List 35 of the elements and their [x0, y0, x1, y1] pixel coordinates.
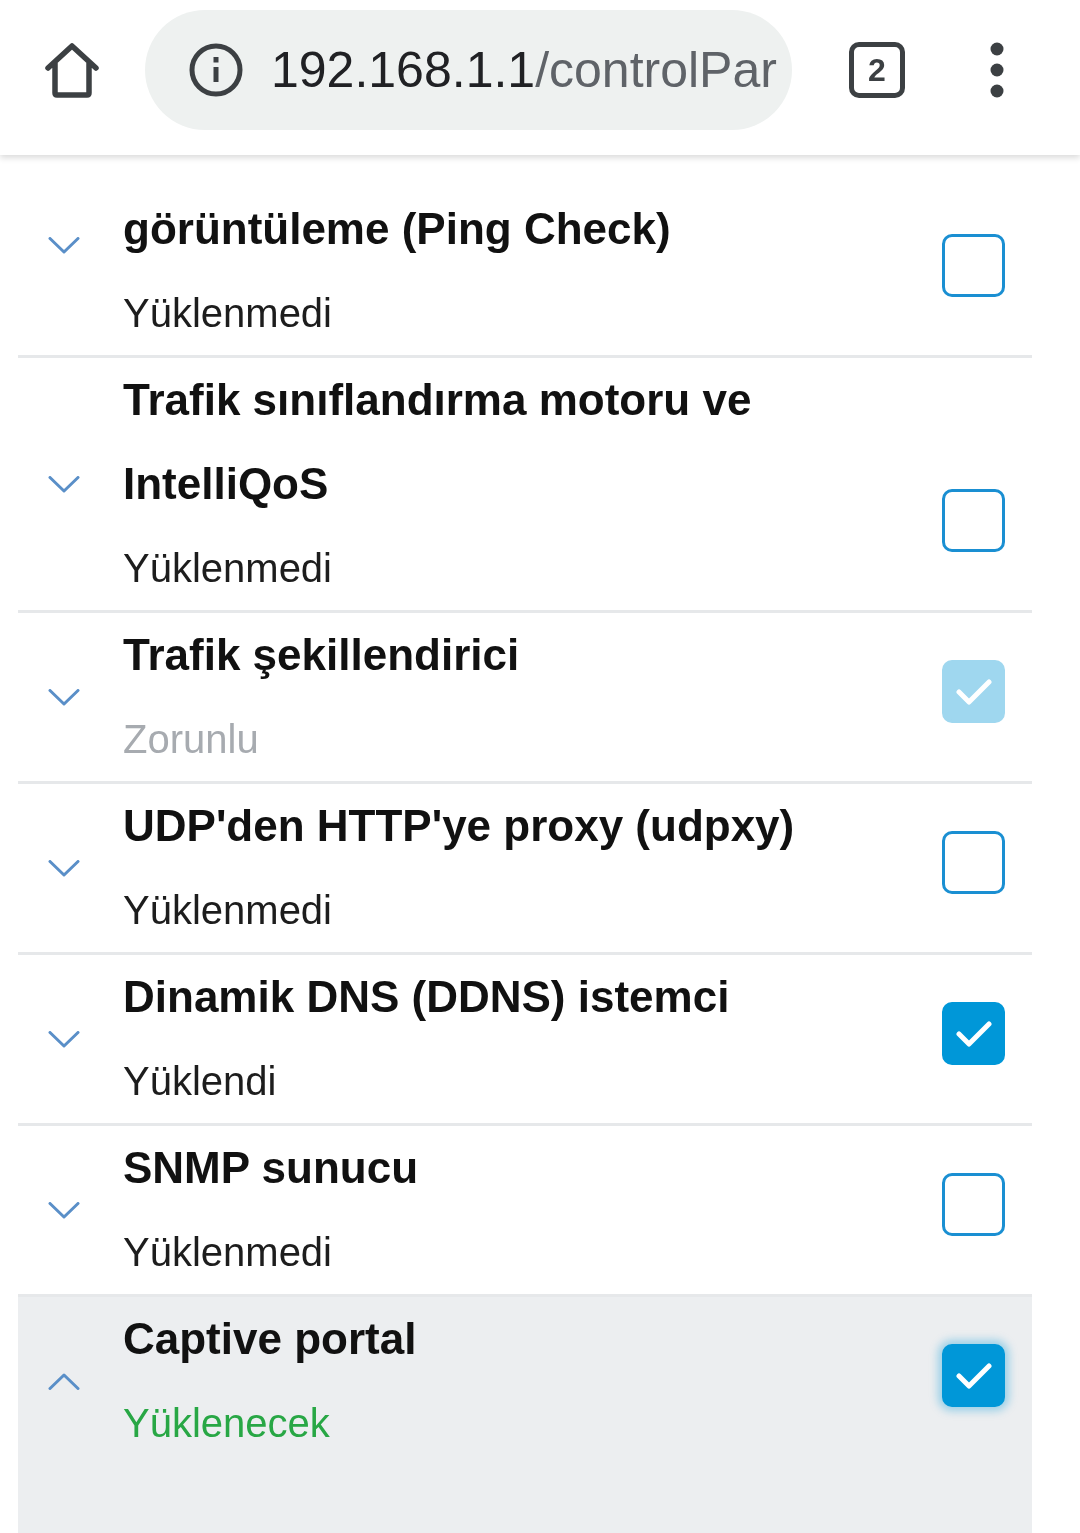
package-title: Dinamik DNS (DDNS) istemci [123, 971, 731, 1023]
package-title: Trafik sınıflandırma motoru ve IntelliQoS [123, 374, 753, 510]
package-status: Yüklenmedi [123, 545, 333, 592]
chevron-down-icon[interactable] [48, 236, 80, 254]
package-title: Captive portal [123, 1313, 418, 1365]
checkmark-icon [955, 677, 992, 706]
url-text: 192.168.1.1/controlPar [271, 40, 777, 100]
chevron-down-icon[interactable] [48, 859, 80, 877]
package-status: Yüklendi [123, 1058, 278, 1105]
package-status: Yüklenecek [123, 1400, 331, 1447]
chevron-down-icon[interactable] [48, 475, 80, 493]
info-icon[interactable] [189, 43, 243, 97]
address-bar[interactable]: 192.168.1.1/controlPar [145, 10, 792, 130]
chevron-up-icon[interactable] [48, 1372, 80, 1390]
package-title: UDP'den HTTP'ye proxy (udpxy) [123, 800, 796, 852]
package-title: Trafik şekillendirici [123, 629, 521, 681]
checkbox[interactable] [942, 1344, 1005, 1407]
home-icon[interactable] [44, 42, 100, 98]
package-status: Yüklenmedi [123, 1229, 333, 1276]
package-title: görüntüleme (Ping Check) [123, 203, 672, 255]
tab-count-button[interactable]: 2 [849, 42, 905, 98]
checkbox[interactable] [942, 489, 1005, 552]
package-status: Zorunlu [123, 716, 260, 763]
chevron-down-icon[interactable] [48, 1030, 80, 1048]
package-status: Yüklenmedi [123, 290, 333, 337]
checkbox[interactable] [942, 831, 1005, 894]
package-status: Yüklenmedi [123, 887, 333, 934]
checkmark-icon [955, 1019, 992, 1048]
checkbox[interactable] [942, 234, 1005, 297]
chevron-down-icon[interactable] [48, 1201, 80, 1219]
menu-icon[interactable] [989, 41, 1005, 99]
checkbox[interactable] [942, 1173, 1005, 1236]
checkmark-icon [955, 1361, 992, 1390]
package-title: SNMP sunucu [123, 1142, 419, 1194]
checkbox[interactable] [942, 1002, 1005, 1065]
